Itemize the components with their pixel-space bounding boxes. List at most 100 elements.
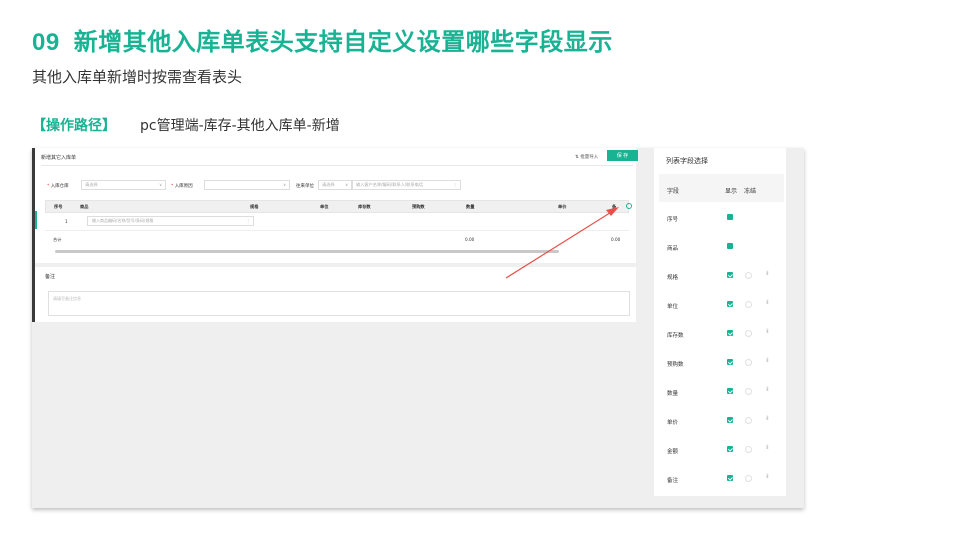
freeze-radio[interactable]: [745, 330, 752, 337]
head-field: 字段: [667, 188, 680, 195]
freeze-radio[interactable]: [745, 388, 752, 395]
head-freeze: 冻结: [744, 188, 757, 195]
field-row-stock: 库存数 ⁞⁞: [659, 327, 784, 343]
sum-row: 合计 0.00 0.00: [45, 234, 629, 248]
drag-handle-icon[interactable]: ⁞⁞: [766, 473, 769, 480]
show-checkbox[interactable]: [727, 417, 733, 423]
form-title: 新增其它入库单: [41, 155, 77, 161]
batch-import-label: 批量导入: [580, 155, 599, 160]
sum-label: 合计: [53, 237, 62, 242]
slide-subtitle: 其他入库单新增时按需查看表头: [32, 68, 243, 86]
field-row-amount: 金额 ⁞⁞: [659, 443, 784, 459]
slide-number: 09: [32, 29, 60, 56]
ui-screenshot: 新增其它入库单 ⇅ 批量导入 保 存 * 入库仓库 请选择 ∨ * 入库原因 ∨ …: [32, 148, 804, 508]
show-checkbox[interactable]: [727, 359, 733, 365]
panel-title: 列表字段选择: [666, 157, 708, 165]
th-product: 商品: [80, 204, 89, 209]
th-spec: 规格: [250, 204, 259, 209]
row-number: 1: [65, 219, 68, 224]
th-stock: 库存数: [358, 204, 371, 209]
drag-handle-icon[interactable]: ⁞⁞: [766, 386, 769, 393]
table-header: 序号 商品 规格 单位 库存数 预购数 数量 单价 备: [45, 200, 632, 213]
freeze-radio[interactable]: [745, 301, 752, 308]
batch-import-button[interactable]: ⇅ 批量导入: [575, 154, 598, 160]
show-checkbox[interactable]: [727, 388, 733, 394]
field-name: 备注: [667, 478, 679, 484]
freeze-radio[interactable]: [745, 272, 752, 279]
field-row-product: 商品: [659, 240, 784, 256]
unit-label: 往来单位: [296, 184, 314, 189]
unit-search-input[interactable]: 输入客户名称/编码/联系人/联系电话 ⋮: [352, 180, 461, 190]
field-row-preorder: 预购数 ⁞⁞: [659, 356, 784, 372]
field-name: 金额: [667, 449, 679, 455]
chevron-down-icon: ∨: [159, 182, 162, 187]
field-row-unit: 单位 ⁞⁞: [659, 298, 784, 314]
column-select-panel: 列表字段选择 字段 显示 冻结 序号 商品 规格 ⁞⁞ 单位 ⁞⁞ 库存数 ⁞⁞…: [654, 148, 786, 496]
drag-handle-icon[interactable]: ⁞⁞: [766, 444, 769, 451]
chevron-down-icon: ∨: [283, 182, 286, 187]
path-label: 【操作路径】: [32, 118, 116, 134]
field-row-remark: 备注 ⁞⁞: [659, 472, 784, 488]
drag-handle-icon[interactable]: ⁞⁞: [766, 357, 769, 364]
show-checkbox[interactable]: [727, 330, 733, 336]
form-card: 新增其它入库单 ⇅ 批量导入 保 存 * 入库仓库 请选择 ∨ * 入库原因 ∨ …: [35, 148, 638, 263]
show-checkbox[interactable]: [727, 214, 733, 220]
field-name: 数量: [667, 391, 679, 397]
field-row-index: 序号: [659, 211, 784, 227]
field-name: 单位: [667, 304, 679, 310]
field-name: 商品: [667, 246, 679, 252]
th-qty: 数量: [466, 204, 475, 209]
field-name: 库存数: [667, 333, 684, 339]
panel-header: 字段 显示 冻结: [659, 174, 784, 202]
drag-handle-icon[interactable]: ⁞⁞: [766, 328, 769, 335]
freeze-radio[interactable]: [745, 475, 752, 482]
field-name: 规格: [667, 275, 679, 281]
save-button[interactable]: 保 存: [607, 150, 638, 161]
field-name: 单价: [667, 420, 679, 426]
th-index: 序号: [54, 204, 63, 209]
table-row: 1 输入商品编码/名称/货号/条码/规格 ⋮: [45, 214, 629, 231]
freeze-radio[interactable]: [745, 417, 752, 424]
drag-handle-icon[interactable]: ⁞⁞: [766, 270, 769, 277]
more-icon: ⋮: [453, 182, 457, 187]
warehouse-select[interactable]: 请选择 ∨: [81, 180, 166, 190]
warehouse-label: * 入库仓库: [47, 184, 69, 189]
more-icon: ⋮: [246, 218, 250, 223]
row-indicator: [35, 211, 37, 229]
show-checkbox[interactable]: [727, 243, 733, 249]
field-name: 预购数: [667, 362, 684, 368]
remark-title: 备注: [45, 274, 56, 280]
slide-title: 09 新增其他入库单表头支持自定义设置哪些字段显示: [32, 22, 613, 57]
chevron-down-icon: ∨: [345, 182, 348, 187]
field-row-price: 单价 ⁞⁞: [659, 414, 784, 430]
reason-label: * 入库原因: [171, 184, 193, 189]
show-checkbox[interactable]: [727, 446, 733, 452]
show-checkbox[interactable]: [727, 272, 733, 278]
remark-textarea[interactable]: 请填写备注信息: [48, 291, 630, 316]
reason-select[interactable]: ∨: [204, 180, 290, 190]
freeze-radio[interactable]: [745, 359, 752, 366]
field-row-qty: 数量 ⁞⁞: [659, 385, 784, 401]
unit-select[interactable]: 请选择 ∨: [318, 180, 352, 190]
remark-card: 备注 请填写备注信息: [35, 267, 636, 322]
th-price: 单价: [558, 204, 567, 209]
sum-qty: 0.00: [465, 237, 475, 242]
th-unit: 单位: [320, 204, 329, 209]
drag-handle-icon[interactable]: ⁞⁞: [766, 299, 769, 306]
drag-handle-icon[interactable]: ⁞⁞: [766, 415, 769, 422]
horizontal-scrollbar[interactable]: [55, 250, 559, 253]
path-value: pc管理端-库存-其他入库单-新增: [140, 118, 340, 134]
freeze-radio[interactable]: [745, 446, 752, 453]
th-preorder: 预购数: [412, 204, 425, 209]
slide-title-text: 新增其他入库单表头支持自定义设置哪些字段显示: [73, 28, 613, 56]
column-settings-icon[interactable]: [626, 203, 632, 209]
operation-path: 【操作路径】 pc管理端-库存-其他入库单-新增: [32, 115, 340, 135]
show-checkbox[interactable]: [727, 301, 733, 307]
th-remark: 备: [612, 204, 617, 209]
sum-amount: 0.00: [611, 237, 621, 242]
product-search-input[interactable]: 输入商品编码/名称/货号/条码/规格 ⋮: [87, 216, 254, 226]
divider: [41, 165, 633, 166]
show-checkbox[interactable]: [727, 475, 733, 481]
field-name: 序号: [667, 217, 679, 223]
head-show: 显示: [725, 188, 738, 195]
